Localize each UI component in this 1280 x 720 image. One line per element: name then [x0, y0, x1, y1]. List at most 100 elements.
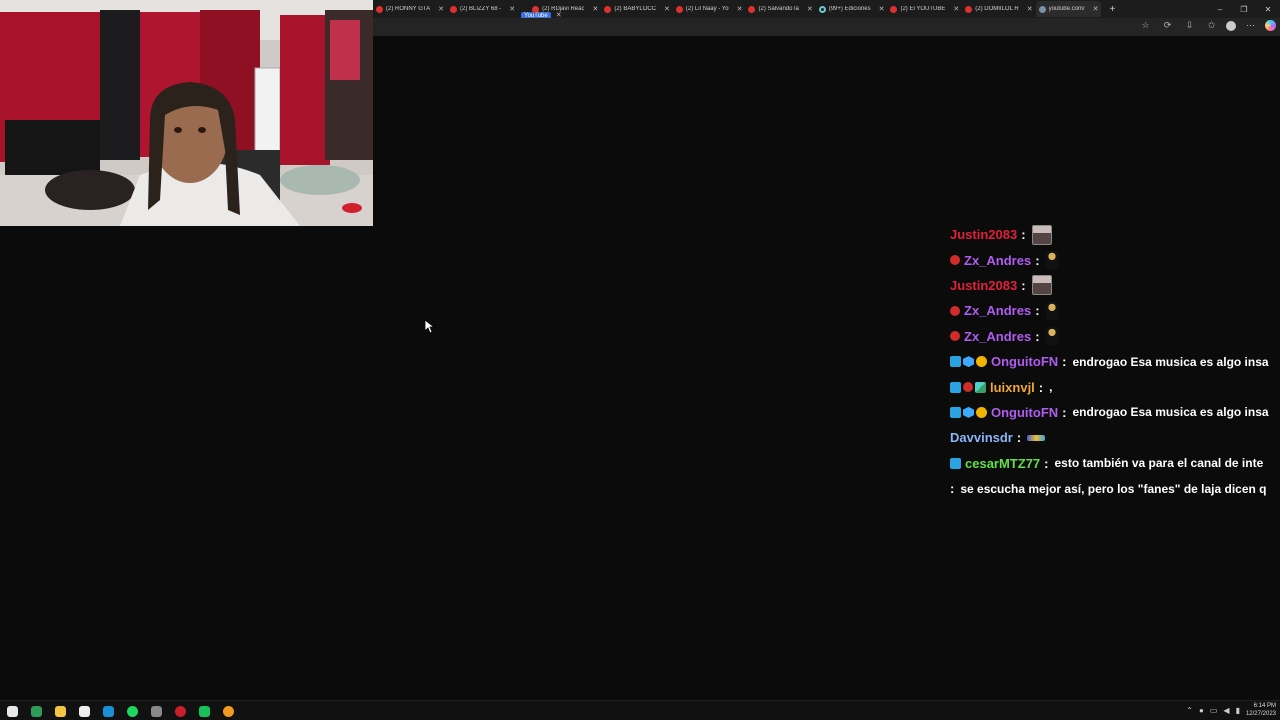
red-badge-icon — [963, 382, 973, 393]
terminal-glyph — [30, 705, 42, 717]
chat-username: Justin2083 — [950, 277, 1018, 293]
clock-date: 12/27/2023 — [1245, 711, 1276, 717]
browser-tab[interactable]: (2) BABYLOCC ✕ — [601, 1, 673, 17]
tab-title: (2) El YOUTUBE — [900, 6, 946, 12]
chat-message: Zx_Andres: — [946, 324, 1280, 349]
windows-taskbar: ⌃ ● ▭ ◀ ▮ 6:14 PM 12/27/2023 — [0, 700, 1280, 720]
tab-close-icon[interactable]: ✕ — [737, 5, 743, 13]
browser-tab[interactable]: youtube.com/ ✕ — [1035, 1, 1102, 17]
minimize-button[interactable]: – — [1208, 0, 1232, 18]
chat-badges — [950, 331, 960, 342]
battery-icon[interactable]: ▮ — [1236, 706, 1240, 715]
browser-tab[interactable]: (2) RDjavi Reac ✕ — [529, 1, 601, 17]
browser-tab[interactable]: (2) Lil Naay - Yo ✕ — [673, 1, 746, 17]
volume-icon[interactable]: ◀ — [1223, 706, 1229, 715]
red-badge-icon — [950, 331, 960, 342]
chat-message: Justin2083: — [946, 222, 1280, 247]
tab-title: (99+) Ediciones — [828, 6, 871, 12]
tab-title: (2) Lil Naay - Yo — [685, 6, 729, 12]
figure-emote-icon — [1045, 301, 1058, 320]
browser-toolbar: ☆ ⟳ ⇩ ✩ ⋯ — [373, 18, 1280, 36]
youtube-icon — [604, 5, 612, 13]
more-menu-icon[interactable]: ⋯ — [1243, 20, 1258, 31]
chat-separator: : — [1062, 404, 1067, 420]
chat-message: Justin2083: — [946, 273, 1280, 298]
chrome-icon[interactable] — [220, 703, 236, 719]
browser-tab[interactable]: (2) RONNY GTA ✕ — [373, 1, 447, 17]
favorite-star-icon[interactable]: ☆ — [1138, 20, 1153, 31]
youtube-icon — [450, 5, 457, 13]
chat-username: Davvinsdr — [950, 430, 1013, 446]
browser-tab-strip: (2) RONNY GTA ✕ (2) BLIZZY 68 - ✕ YouTube ✕ (2… — [373, 0, 1280, 18]
blue-badge-icon — [950, 381, 961, 393]
tab-title: (2) BABYLOCC — [614, 6, 657, 12]
app-green-glyph — [198, 705, 210, 717]
close-window-button[interactable]: ✕ — [1256, 0, 1280, 18]
app-green-icon[interactable] — [196, 703, 212, 719]
chat-badges — [950, 255, 960, 266]
address-bar[interactable] — [377, 21, 1117, 33]
tab-close-icon[interactable]: ✕ — [807, 5, 813, 13]
chat-badges — [950, 305, 960, 316]
obs-icon[interactable] — [172, 703, 188, 719]
tab-close-icon[interactable]: ✕ — [592, 5, 598, 13]
chat-message: Zx_Andres: — [946, 298, 1280, 323]
spotify-glyph — [126, 705, 138, 717]
figure-emote-icon — [1045, 327, 1058, 346]
collections-icon[interactable]: ✩ — [1204, 20, 1219, 31]
chevron-up-icon[interactable]: ⌃ — [1186, 706, 1193, 715]
browser-tab[interactable]: (2) BLIZZY 68 - ✕ — [447, 1, 518, 17]
tab-close-icon[interactable]: ✕ — [879, 5, 885, 13]
notepad-icon[interactable] — [76, 703, 92, 719]
microphone-icon[interactable]: ● — [1199, 706, 1204, 715]
file-explorer-icon[interactable] — [52, 703, 68, 719]
youtube-icon — [532, 5, 540, 13]
tab-close-icon[interactable]: ✕ — [664, 5, 670, 13]
new-tab-button[interactable]: + — [1101, 4, 1123, 15]
browser-tab[interactable]: (2) El YOUTUBE ✕ — [887, 1, 962, 17]
youtube-icon — [376, 5, 383, 13]
windows-start-glyph — [6, 705, 18, 717]
tab-title: youtube.com/ — [1048, 6, 1085, 12]
download-icon[interactable]: ⇩ — [1182, 20, 1197, 31]
edge-icon[interactable] — [100, 703, 116, 719]
toolbar-icons: ☆ ⟳ ⇩ ✩ ⋯ — [1138, 20, 1276, 31]
windows-start-icon[interactable] — [4, 703, 20, 719]
refresh-icon[interactable]: ⟳ — [1160, 20, 1175, 31]
taskbar-clock[interactable]: 6:14 PM 12/27/2023 — [1246, 702, 1276, 718]
chat-separator: : — [1062, 354, 1067, 370]
browser-tab[interactable]: YouTube ✕ — [518, 4, 562, 18]
tab-close-icon[interactable]: ✕ — [1027, 5, 1033, 13]
bar-emote-icon — [1027, 434, 1046, 441]
tab-close-icon[interactable]: ✕ — [1093, 5, 1099, 13]
chat-badges — [950, 381, 986, 393]
tab-close-icon[interactable]: ✕ — [509, 5, 515, 13]
tiktok-icon — [818, 5, 826, 13]
chat-username: luixnvjl — [990, 379, 1035, 395]
mouse-cursor-icon — [425, 320, 435, 334]
chat-separator: : — [950, 481, 955, 497]
chat-badges — [950, 406, 987, 418]
tab-title: (2) RONNY GTA — [386, 6, 431, 12]
terminal-icon[interactable] — [28, 703, 44, 719]
tab-close-icon[interactable]: ✕ — [953, 5, 959, 13]
app-pen-icon[interactable] — [148, 703, 164, 719]
tab-title: (2) RDjavi Reac — [542, 6, 585, 12]
browser-tab[interactable]: (99+) Ediciones ✕ — [816, 1, 888, 17]
restore-button[interactable]: ❐ — [1232, 0, 1256, 18]
browser-tab[interactable]: (2) Salvando la ✕ — [745, 1, 815, 17]
chat-username: OnguitoFN — [991, 404, 1059, 420]
chat-message-text: esto también va para el canal de inte — [1054, 456, 1264, 471]
clock-time: 6:14 PM — [1253, 703, 1276, 709]
loading-icon — [1038, 5, 1046, 13]
profile-avatar-icon[interactable] — [1226, 20, 1236, 31]
copilot-icon[interactable] — [1265, 20, 1276, 31]
spotify-icon[interactable] — [124, 703, 140, 719]
network-icon[interactable]: ▭ — [1210, 706, 1218, 715]
webcam-feed — [0, 0, 373, 226]
multi-badge-icon — [975, 381, 986, 393]
browser-tab[interactable]: (2) DOMIILOL R ✕ — [962, 1, 1035, 17]
tab-close-icon[interactable]: ✕ — [438, 5, 444, 13]
chat-message: Zx_Andres: — [946, 247, 1280, 272]
obs-glyph — [174, 705, 186, 717]
